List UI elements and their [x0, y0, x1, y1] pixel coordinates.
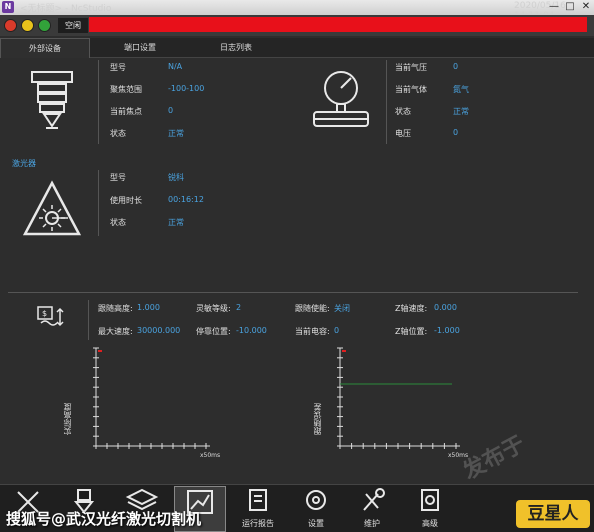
- laser-divider: [98, 170, 99, 236]
- laser-section-title: 激光器: [12, 159, 36, 168]
- capacitance-value: 0: [334, 326, 340, 335]
- voltage-value: 0: [453, 128, 459, 137]
- follow-section-divider: [8, 292, 578, 293]
- sensitivity-label: 灵敏等级:: [196, 304, 231, 313]
- maximize-button[interactable]: □: [564, 1, 576, 12]
- report-label: 运行报告: [242, 519, 274, 528]
- led-green-icon: [38, 19, 51, 32]
- head-status-value: 正常: [168, 129, 184, 138]
- chart1-x-unit: x50ms: [200, 452, 221, 459]
- z-position-value: -1.000: [434, 326, 460, 335]
- gas-status-label: 状态: [395, 107, 411, 116]
- led-red-icon: [4, 19, 17, 32]
- led-yellow-icon: [21, 19, 34, 32]
- head-model-value: N/A: [168, 62, 183, 71]
- tab-external-devices[interactable]: 外部设备: [0, 38, 90, 58]
- gas-pressure-label: 当前气压: [395, 63, 427, 72]
- chart1-ylabel: 实际高度: [63, 403, 72, 435]
- voltage-label: 电压: [395, 129, 411, 138]
- gas-type-label: 当前气体: [395, 85, 427, 94]
- gear-icon: [306, 490, 326, 510]
- head-divider: [98, 60, 99, 144]
- watermark-logo: 豆星人: [516, 500, 590, 528]
- gas-divider: [386, 60, 387, 144]
- window-title: <无标题> - NcStudio: [20, 4, 112, 14]
- max-speed-label: 最大速度:: [98, 327, 133, 336]
- tab-port-settings[interactable]: 端口设置: [92, 38, 188, 58]
- follow-enable-value: 关闭: [334, 304, 350, 313]
- app-logo-icon: N: [2, 1, 14, 13]
- laser-model-value: 锐科: [168, 173, 184, 182]
- tab-log-list[interactable]: 日志列表: [188, 38, 284, 58]
- close-button[interactable]: ✕: [580, 1, 592, 12]
- chart-actual-height: [93, 347, 210, 449]
- machine-status-label: 空闲: [58, 18, 88, 33]
- chart2-ylabel: 跟随误差: [313, 403, 322, 435]
- park-position-value: -10.000: [236, 326, 267, 335]
- laser-warning-icon: [22, 180, 82, 238]
- usage-time-label: 使用时长: [110, 196, 142, 205]
- maintenance-label: 维护: [364, 519, 380, 528]
- laser-status-value: 正常: [168, 218, 184, 227]
- z-speed-label: Z轴速度:: [395, 304, 428, 313]
- head-model-label: 型号: [110, 63, 126, 72]
- z-speed-value: 0.000: [434, 303, 457, 312]
- head-status-label: 状态: [110, 129, 126, 138]
- minimize-button[interactable]: —: [548, 1, 560, 12]
- maintenance-button[interactable]: 维护: [346, 486, 398, 532]
- laser-head-icon: [28, 70, 76, 132]
- sensitivity-value: 2: [236, 303, 242, 312]
- pressure-gauge-icon: [310, 68, 372, 130]
- follow-height-label: 跟随高度:: [98, 304, 133, 313]
- advanced-label: 高级: [422, 519, 438, 528]
- wrench-icon: [363, 488, 385, 511]
- svg-text:$: $: [42, 309, 47, 318]
- gas-pressure-value: 0: [453, 62, 459, 71]
- capacitance-label: 当前电容:: [295, 327, 330, 336]
- follow-height-value: 1.000: [137, 303, 160, 312]
- z-position-label: Z轴位置:: [395, 327, 428, 336]
- report-button[interactable]: 运行报告: [232, 486, 284, 532]
- park-position-label: 停靠位置:: [196, 327, 231, 336]
- usage-time-value: 00:16:12: [168, 195, 204, 204]
- current-focus-value: 0: [168, 106, 174, 115]
- current-focus-label: 当前焦点: [110, 107, 142, 116]
- settings-button[interactable]: 设置: [290, 486, 342, 532]
- watermark-caption: 搜狐号@武汉光纤激光切割机: [6, 510, 202, 528]
- focus-range-label: 聚焦范围: [110, 85, 142, 94]
- gas-type-value: 氮气: [453, 85, 469, 94]
- settings-label: 设置: [308, 519, 324, 528]
- follow-enable-label: 跟随使能:: [295, 304, 330, 313]
- report-icon: [249, 489, 267, 511]
- laser-status-label: 状态: [110, 218, 126, 227]
- follow-divider: [88, 300, 89, 340]
- focus-range-value: -100-100: [168, 84, 205, 93]
- chart-following-error: [337, 347, 460, 449]
- follow-height-icon: $: [36, 305, 66, 331]
- alarm-status-bar: [89, 17, 587, 32]
- max-speed-value: 30000.000: [137, 326, 181, 335]
- laser-model-label: 型号: [110, 173, 126, 182]
- advanced-button[interactable]: 高级: [404, 486, 456, 532]
- gas-status-value: 正常: [453, 107, 469, 116]
- advanced-icon: [421, 489, 439, 511]
